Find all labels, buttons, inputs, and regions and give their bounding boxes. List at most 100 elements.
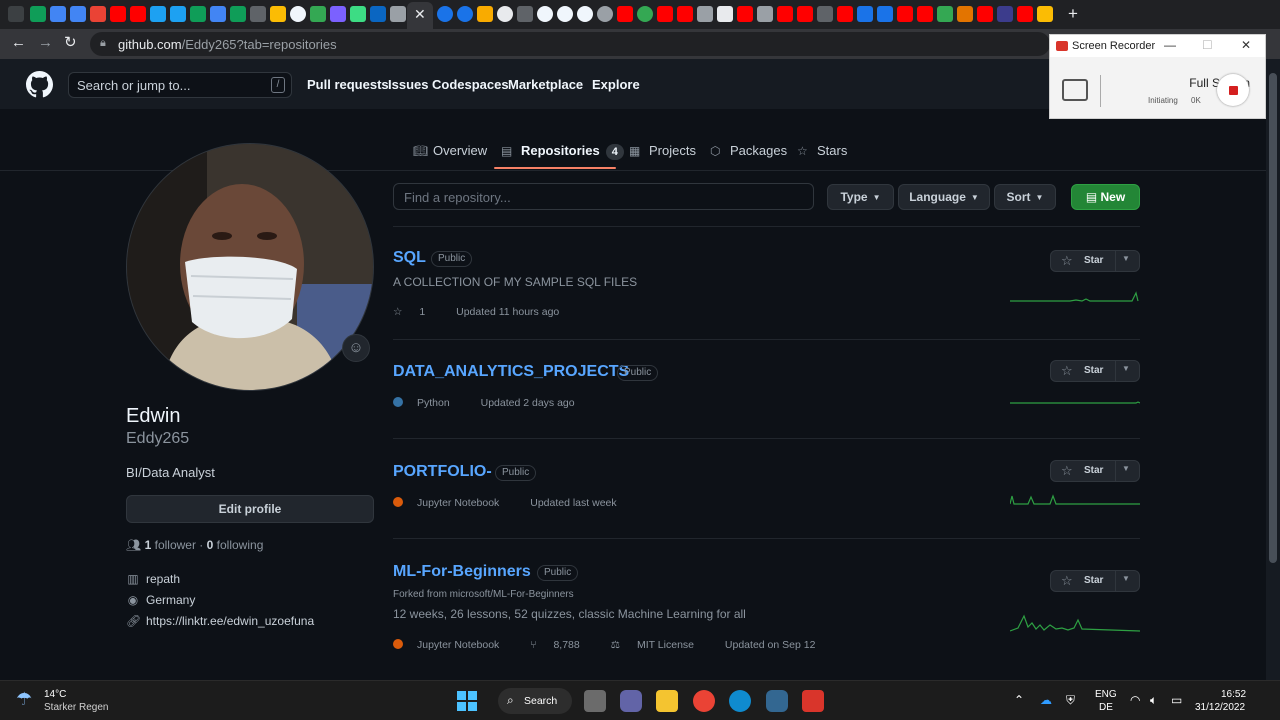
tab-favicon-icon[interactable] — [857, 6, 873, 22]
tab-favicon-icon[interactable] — [877, 6, 893, 22]
tab-projects[interactable]: ▦ Projects — [629, 143, 696, 159]
repo-name-link[interactable]: DATA_ANALYTICS_PROJECTS — [393, 363, 629, 381]
profile-website[interactable]: 🔗︎ https://linktr.ee/edwin_uzoefuna — [126, 614, 314, 628]
forked-from-link[interactable]: Forked from microsoft/ML-For-Beginners — [393, 589, 574, 600]
nav-codespaces[interactable]: Codespaces — [432, 77, 509, 92]
new-tab-button[interactable]: + — [1068, 4, 1078, 24]
tab-sheets-icon[interactable] — [190, 6, 206, 22]
tab-stars[interactable]: ☆ Stars — [797, 143, 847, 159]
set-status-emoji-button[interactable]: ☺ — [342, 334, 370, 362]
star-button[interactable]: ☆ Star ▼ — [1050, 250, 1140, 272]
back-arrow-icon[interactable]: ← — [11, 35, 26, 51]
tab-favicon-icon[interactable] — [390, 6, 406, 22]
file-explorer-icon[interactable] — [656, 690, 678, 712]
edit-profile-button[interactable]: Edit profile — [126, 495, 374, 523]
tab-docs-icon[interactable] — [210, 6, 226, 22]
tab-favicon-icon[interactable] — [250, 6, 266, 22]
caret-down-icon[interactable]: ▼ — [1122, 464, 1130, 473]
tab-favicon-icon[interactable] — [90, 6, 106, 22]
avatar[interactable] — [126, 143, 374, 391]
page-scrollbar[interactable] — [1266, 59, 1280, 680]
address-bar[interactable]: 🔒︎ github.com/Eddy265?tab=repositories — [90, 32, 1050, 56]
tab-favicon-icon[interactable] — [457, 6, 473, 22]
speaker-icon[interactable]: 🔈︎ — [1150, 693, 1157, 708]
tab-linkedin-icon[interactable] — [370, 6, 386, 22]
global-search-input[interactable]: Search or jump to... / — [68, 72, 292, 98]
tab-youtube-icon[interactable] — [677, 6, 693, 22]
postgresql-icon[interactable] — [766, 690, 788, 712]
new-repository-button[interactable]: ▤ New — [1071, 184, 1140, 210]
caret-down-icon[interactable]: ▼ — [1122, 574, 1130, 583]
weather-description[interactable]: Starker Regen — [44, 702, 108, 713]
close-icon[interactable]: ✕ — [1241, 38, 1251, 52]
tab-favicon-icon[interactable] — [270, 6, 286, 22]
tab-analytics-icon[interactable] — [477, 6, 493, 22]
tab-youtube-icon[interactable] — [797, 6, 813, 22]
following-link[interactable]: following — [217, 538, 264, 552]
security-icon[interactable]: ⛨ — [1066, 693, 1075, 708]
tab-favicon-icon[interactable] — [997, 6, 1013, 22]
tab-favicon-icon[interactable] — [8, 6, 24, 22]
tab-repositories[interactable]: ▤ Repositories 4 — [501, 143, 624, 160]
tab-sheets-icon[interactable] — [30, 6, 46, 22]
nav-explore[interactable]: Explore — [592, 77, 640, 92]
tab-github-icon[interactable] — [577, 6, 593, 22]
tab-youtube-icon[interactable] — [737, 6, 753, 22]
nav-pull-requests[interactable]: Pull requests — [307, 77, 389, 92]
wifi-icon[interactable]: ◠ — [1130, 693, 1140, 707]
minimize-icon[interactable]: — — [1164, 38, 1176, 52]
tab-youtube-icon[interactable] — [977, 6, 993, 22]
tab-twitter-icon[interactable] — [170, 6, 186, 22]
tab-favicon-icon[interactable] — [757, 6, 773, 22]
tab-favicon-icon[interactable] — [150, 6, 166, 22]
forward-arrow-icon[interactable]: → — [38, 35, 53, 51]
tab-youtube-icon[interactable] — [617, 6, 633, 22]
star-button[interactable]: ☆ Star ▼ — [1050, 570, 1140, 592]
battery-icon[interactable]: ▭ — [1171, 693, 1182, 707]
caret-down-icon[interactable]: ▼ — [1122, 364, 1130, 373]
tab-favicon-icon[interactable] — [350, 6, 366, 22]
tab-favicon-icon[interactable] — [817, 6, 833, 22]
tab-youtube-icon[interactable] — [777, 6, 793, 22]
tab-favicon-icon[interactable] — [497, 6, 513, 22]
chevron-up-icon[interactable]: ⌃ — [1014, 693, 1024, 707]
onedrive-cloud-icon[interactable]: ☁ — [1040, 693, 1052, 707]
star-button[interactable]: ☆ Star ▼ — [1050, 460, 1140, 482]
tab-youtube-icon[interactable] — [917, 6, 933, 22]
followers-count[interactable]: 1 — [145, 538, 152, 552]
repo-forks[interactable]: ⑂ 8,788 — [530, 639, 594, 651]
tab-favicon-icon[interactable] — [1037, 6, 1053, 22]
tab-docs-icon[interactable] — [70, 6, 86, 22]
windows-start-icon[interactable] — [457, 691, 477, 711]
tab-youtube-icon[interactable] — [897, 6, 913, 22]
repo-name-link[interactable]: PORTFOLIO- — [393, 463, 492, 481]
tab-favicon-icon[interactable] — [717, 6, 733, 22]
repo-name-link[interactable]: ML-For-Beginners — [393, 563, 531, 581]
tab-close-icon[interactable]: ✕ — [414, 6, 426, 22]
tab-sheets-icon[interactable] — [230, 6, 246, 22]
find-repository-input[interactable]: Find a repository... — [393, 183, 814, 210]
stop-recording-button[interactable] — [1217, 74, 1249, 106]
tab-favicon-icon[interactable] — [957, 6, 973, 22]
repo-stargazers[interactable]: ☆ 1 — [393, 306, 439, 318]
taskbar-search-button[interactable]: ⌕ Search — [498, 688, 572, 714]
nav-marketplace[interactable]: Marketplace — [508, 77, 583, 92]
clock-date[interactable]: 31/12/2022 — [1195, 702, 1245, 713]
sort-button[interactable]: Sort ▼ — [994, 184, 1056, 210]
tab-github-icon[interactable] — [290, 6, 306, 22]
screen-recorder-taskbar-icon[interactable] — [802, 690, 824, 712]
tab-youtube-icon[interactable] — [130, 6, 146, 22]
tab-favicon-icon[interactable] — [437, 6, 453, 22]
nav-issues[interactable]: Issues — [388, 77, 428, 92]
task-view-icon[interactable] — [584, 690, 606, 712]
language-filter-button[interactable]: Language ▼ — [898, 184, 990, 210]
star-button[interactable]: ☆ Star ▼ — [1050, 360, 1140, 382]
tab-github-icon[interactable] — [557, 6, 573, 22]
tab-favicon-icon[interactable] — [310, 6, 326, 22]
tab-overview[interactable]: 📖︎ Overview — [413, 143, 487, 159]
scrollbar-thumb[interactable] — [1269, 73, 1277, 563]
tab-favicon-icon[interactable] — [517, 6, 533, 22]
tab-favicon-icon[interactable] — [330, 6, 346, 22]
tab-favicon-icon[interactable] — [637, 6, 653, 22]
website-link[interactable]: https://linktr.ee/edwin_uzoefuna — [146, 614, 314, 628]
